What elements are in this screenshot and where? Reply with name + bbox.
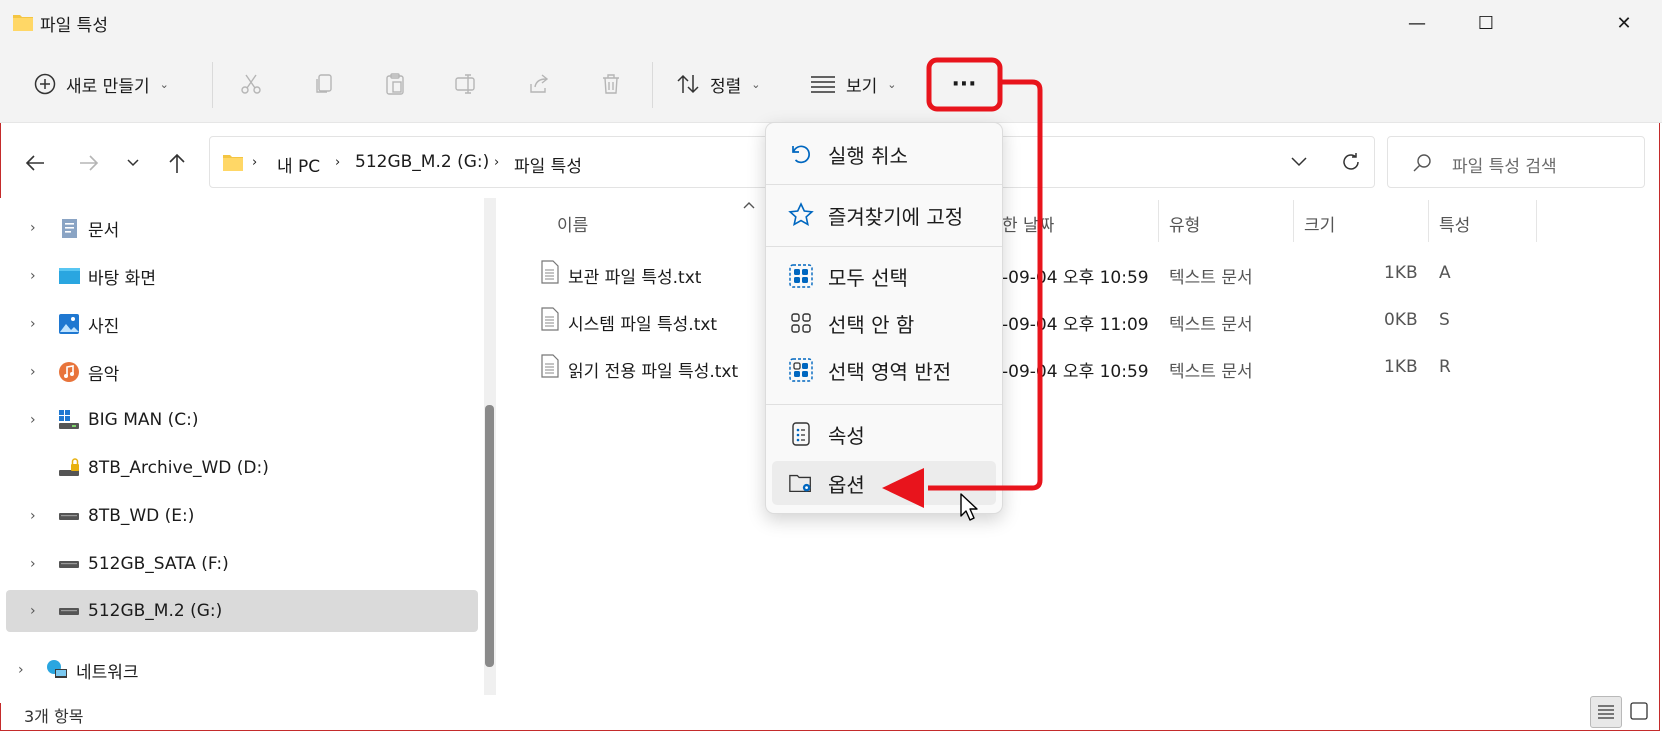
annotation-highlight-box bbox=[926, 57, 1003, 112]
annotation-overlay bbox=[882, 57, 1043, 508]
annotation-arrowhead bbox=[882, 468, 924, 508]
mouse-cursor-icon bbox=[960, 493, 978, 521]
annotation-connector-line bbox=[928, 79, 1043, 491]
